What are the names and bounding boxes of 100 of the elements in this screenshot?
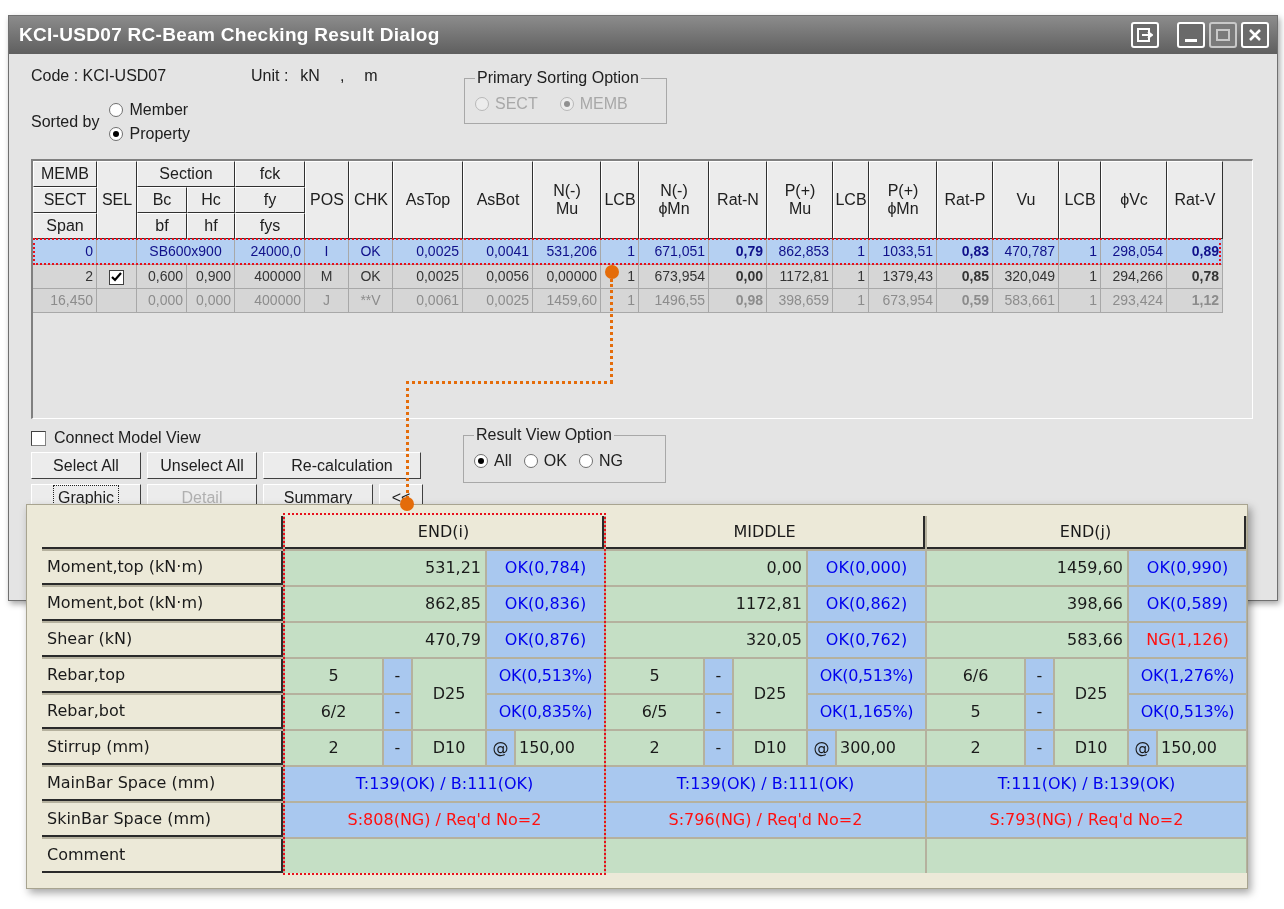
row-label: Shear (kN) [42, 623, 283, 657]
table-cell: 0,0061 [393, 289, 463, 313]
column-header: END(j) [927, 516, 1246, 549]
row-label: SkinBar Space (mm) [42, 803, 283, 837]
window-title: KCI-USD07 RC-Beam Checking Result Dialog [19, 22, 440, 47]
status-cell: OK(0,876) [487, 623, 604, 657]
column-header: fy [235, 187, 305, 213]
value-cell: @ [1129, 731, 1156, 765]
table-cell: 1379,43 [869, 265, 937, 289]
status-cell: T:139(OK) / B:111(OK) [285, 767, 604, 801]
column-header: Rat-V [1167, 161, 1223, 239]
table-cell: 1,12 [1167, 289, 1223, 313]
value-cell: 1459,60 [927, 551, 1127, 585]
table-cell: 293,424 [1101, 289, 1167, 313]
status-cell: OK(0,513%) [808, 659, 925, 693]
column-header: LCB [833, 161, 869, 239]
group-title: Primary Sorting Option [476, 68, 640, 88]
table-cell: 0,900 [187, 265, 235, 289]
column-header: Rat-N [709, 161, 767, 239]
table-cell: 1 [1059, 265, 1101, 289]
status-cell: T:139(OK) / B:111(OK) [606, 767, 925, 801]
radio-option[interactable]: Property [109, 122, 190, 146]
column-header: MEMB [33, 161, 97, 187]
dialog-button[interactable]: Select All [31, 452, 141, 479]
table-cell: 1 [833, 265, 869, 289]
value-cell: D25 [1055, 659, 1127, 729]
table-cell: 0,0041 [463, 239, 533, 265]
arrow-box-icon [1137, 28, 1153, 42]
value-cell: D10 [413, 731, 485, 765]
table-cell: OK [349, 239, 393, 265]
unit-value: m [364, 66, 378, 86]
status-cell: OK(0,000) [808, 551, 925, 585]
column-header: AsBot [463, 161, 533, 239]
table-cell: I [305, 239, 349, 265]
value-cell: D10 [734, 731, 806, 765]
column-header: P(+) ϕMn [869, 161, 937, 239]
table-cell: 0,0025 [393, 265, 463, 289]
column-header: ϕVc [1101, 161, 1167, 239]
radio-option[interactable]: NG [578, 449, 623, 473]
sort-label: Sorted by [31, 112, 100, 132]
status-cell: OK(0,513%) [1129, 695, 1246, 729]
row-checkbox[interactable] [109, 269, 124, 285]
table-cell: 400000 [235, 289, 305, 313]
table-cell: 0,0025 [393, 239, 463, 265]
minimize-button[interactable] [1177, 22, 1205, 48]
column-header: bf [137, 213, 187, 239]
row-label: MainBar Space (mm) [42, 767, 283, 801]
column-header: POS [305, 161, 349, 239]
table-cell: 0,89 [1167, 239, 1223, 265]
table-cell: 531,206 [533, 239, 601, 265]
radio-option[interactable]: All [474, 449, 512, 473]
value-cell: 5 [285, 659, 382, 693]
column-header: hf [187, 213, 235, 239]
close-button[interactable] [1241, 22, 1269, 48]
table-cell: 1 [601, 289, 639, 313]
table-cell: M [305, 265, 349, 289]
table-cell: 0,85 [937, 265, 993, 289]
column-header: Rat-P [937, 161, 993, 239]
maximize-icon [1216, 29, 1230, 41]
column-header: Hc [187, 187, 235, 213]
table-cell: 1 [833, 239, 869, 265]
unit-label: Unit : [251, 66, 289, 86]
status-cell: S:796(NG) / Req'd No=2 [606, 803, 925, 837]
value-cell: D10 [1055, 731, 1127, 765]
close-icon [1248, 28, 1262, 42]
status-cell: OK(0,589) [1129, 587, 1246, 621]
table-cell: 2 [33, 265, 97, 289]
table-cell: 0,0025 [463, 289, 533, 313]
value-cell: 583,66 [927, 623, 1127, 657]
window-menu-button[interactable] [1131, 22, 1159, 48]
radio-option[interactable]: OK [523, 449, 567, 473]
value-cell: 1172,81 [606, 587, 806, 621]
status-cell: OK(1,276%) [1129, 659, 1246, 693]
row-label: Rebar,top [42, 659, 283, 693]
table-cell: 0,600 [137, 265, 187, 289]
dialog-button[interactable]: Unselect All [147, 452, 257, 479]
table-cell: 0,00000 [533, 265, 601, 289]
table-cell: 1 [1059, 239, 1101, 265]
radio-option[interactable]: Member [109, 98, 190, 122]
status-cell: OK(0,836) [487, 587, 604, 621]
table-cell: 583,661 [993, 289, 1059, 313]
table-cell: 320,049 [993, 265, 1059, 289]
column-header: N(-) ϕMn [639, 161, 709, 239]
code-label: Code : KCI-USD07 [31, 66, 168, 86]
column-header: AsTop [393, 161, 463, 239]
status-cell: OK(0,762) [808, 623, 925, 657]
value-cell: D25 [413, 659, 485, 729]
connect-model-view-checkbox[interactable]: Connect Model View [31, 427, 423, 449]
value-cell: - [705, 731, 732, 765]
value-cell: - [705, 659, 732, 693]
table-cell: 1172,81 [767, 265, 833, 289]
status-cell: OK(0,784) [487, 551, 604, 585]
table-cell: J [305, 289, 349, 313]
maximize-button[interactable] [1209, 22, 1237, 48]
value-cell: 2 [606, 731, 703, 765]
row-label: Moment,bot (kN·m) [42, 587, 283, 621]
status-cell: OK(0,862) [808, 587, 925, 621]
dialog-button[interactable]: Re-calculation [263, 452, 421, 479]
column-header: Section [137, 161, 235, 187]
status-cell: S:793(NG) / Req'd No=2 [927, 803, 1246, 837]
